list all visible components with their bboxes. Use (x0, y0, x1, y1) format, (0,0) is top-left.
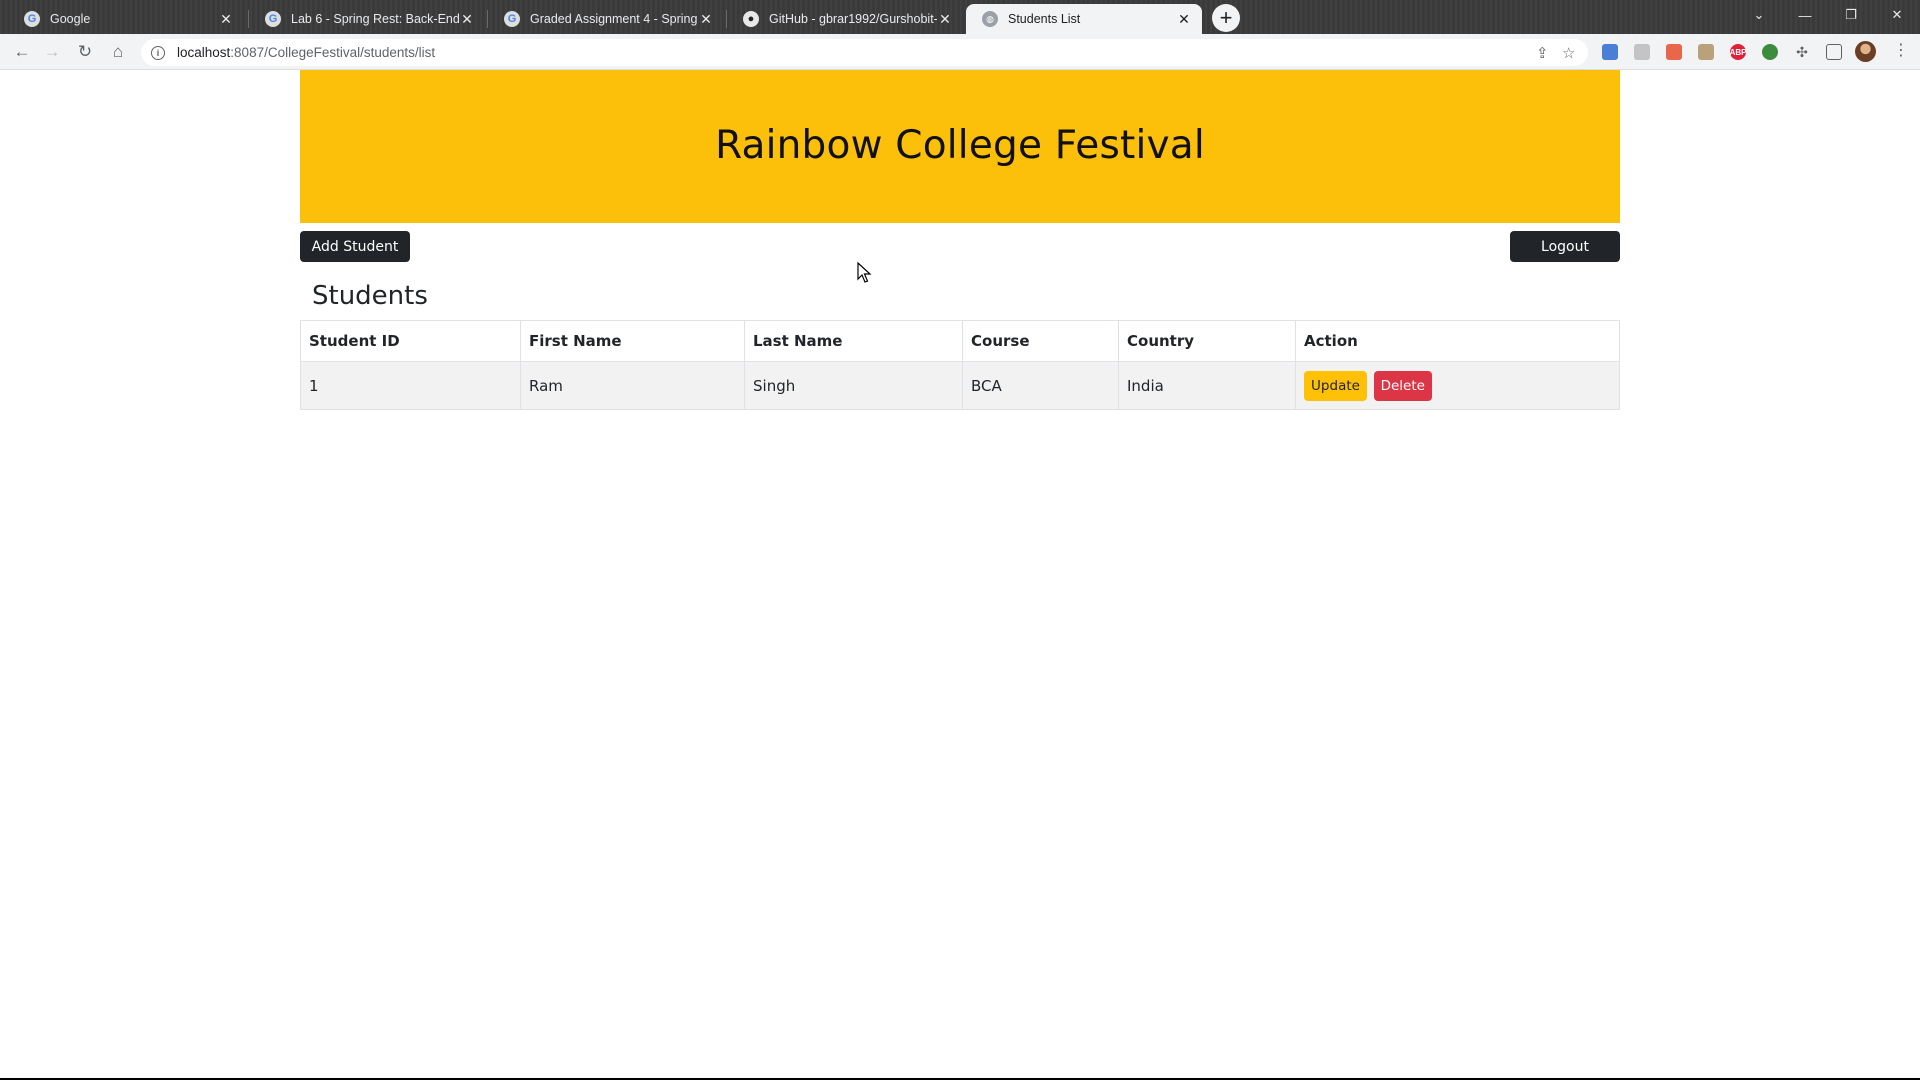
restore-icon[interactable]: ❐ (1828, 0, 1874, 30)
add-student-button[interactable]: Add Student (300, 231, 410, 262)
close-icon[interactable]: ✕ (937, 11, 953, 28)
close-icon[interactable]: ✕ (1176, 11, 1192, 28)
extension-icon[interactable] (1602, 44, 1618, 60)
share-icon[interactable]: ⇪ (1536, 44, 1549, 62)
browser-tab-strip: G Google ✕ G Lab 6 - Spring Rest: Back-E… (0, 0, 1920, 34)
table-row: 1 Ram Singh BCA India Update Delete (300, 361, 1620, 410)
tab-title: Graded Assignment 4 - Spring Re (530, 12, 698, 26)
column-header: Country (1118, 320, 1296, 362)
cell-student-id: 1 (300, 361, 521, 410)
content-container: Rainbow College Festival Add Student Log… (300, 70, 1620, 410)
column-header: Course (962, 320, 1119, 362)
tab-title: Students List (1008, 12, 1081, 26)
cell-action: Update Delete (1295, 361, 1620, 410)
column-header: Student ID (300, 320, 521, 362)
column-header: First Name (520, 320, 745, 362)
tab-title: GitHub - gbrar1992/Gurshobit-S (769, 12, 937, 26)
avatar[interactable] (1855, 41, 1876, 62)
site-info-icon[interactable]: i (151, 45, 165, 60)
tab-lab6[interactable]: G Lab 6 - Spring Rest: Back-End De ✕ (249, 4, 485, 34)
page-content: Rainbow College Festival Add Student Log… (0, 70, 1920, 1078)
students-heading: Students (312, 281, 428, 311)
table-header-row: Student ID First Name Last Name Course C… (300, 320, 1620, 362)
puzzle-icon[interactable]: ✣ (1794, 44, 1810, 60)
bookmark-star-icon[interactable]: ☆ (1562, 44, 1575, 62)
tab-search-icon[interactable]: ⌄ (1736, 0, 1782, 30)
close-icon[interactable]: ✕ (459, 11, 475, 28)
close-icon[interactable]: ✕ (218, 11, 234, 28)
cell-first-name: Ram (520, 361, 745, 410)
tab-title: Lab 6 - Spring Rest: Back-End De (291, 12, 459, 26)
new-tab-button[interactable]: + (1212, 4, 1240, 32)
url-text: localhost:8087/CollegeFestival/students/… (177, 45, 436, 60)
students-table: Student ID First Name Last Name Course C… (300, 320, 1620, 410)
update-button[interactable]: Update (1304, 370, 1367, 401)
column-header: Action (1295, 320, 1620, 362)
tab-google[interactable]: G Google ✕ (8, 4, 244, 34)
cell-last-name: Singh (744, 361, 963, 410)
tab-graded-assignment[interactable]: G Graded Assignment 4 - Spring Re ✕ (488, 4, 724, 34)
forward-icon[interactable]: → (38, 39, 66, 65)
globe-icon: ◍ (982, 11, 998, 27)
menu-icon[interactable]: ⋮ (1893, 40, 1909, 60)
github-icon: ● (743, 11, 759, 27)
extension-icon[interactable] (1762, 44, 1778, 60)
window-close-icon[interactable]: ✕ (1874, 0, 1920, 30)
extension-icon[interactable] (1666, 44, 1682, 60)
side-panel-icon[interactable] (1826, 44, 1842, 60)
extension-icon[interactable] (1634, 44, 1650, 60)
tab-students-list[interactable]: ◍ Students List ✕ (966, 4, 1202, 34)
reload-icon[interactable]: ↻ (71, 39, 99, 65)
close-icon[interactable]: ✕ (698, 11, 714, 28)
google-icon: G (24, 11, 40, 27)
logout-button[interactable]: Logout (1510, 231, 1620, 262)
delete-button[interactable]: Delete (1373, 370, 1432, 401)
browser-toolbar: ← → ↻ ⌂ i localhost:8087/CollegeFestival… (0, 34, 1920, 70)
home-icon[interactable]: ⌂ (104, 39, 132, 65)
back-icon[interactable]: ← (8, 39, 36, 65)
mouse-cursor-icon (857, 261, 872, 283)
extension-icon[interactable] (1698, 44, 1714, 60)
address-bar[interactable]: i localhost:8087/CollegeFestival/student… (141, 39, 1588, 66)
adblock-icon[interactable]: ABP (1730, 44, 1746, 60)
google-icon: G (504, 11, 520, 27)
banner: Rainbow College Festival (300, 70, 1620, 223)
cell-course: BCA (962, 361, 1119, 410)
google-icon: G (265, 11, 281, 27)
tab-github[interactable]: ● GitHub - gbrar1992/Gurshobit-S ✕ (727, 4, 963, 34)
cell-country: India (1118, 361, 1296, 410)
minimize-icon[interactable]: — (1782, 0, 1828, 30)
column-header: Last Name (744, 320, 963, 362)
page-title: Rainbow College Festival (715, 123, 1205, 168)
tab-title: Google (50, 12, 91, 26)
